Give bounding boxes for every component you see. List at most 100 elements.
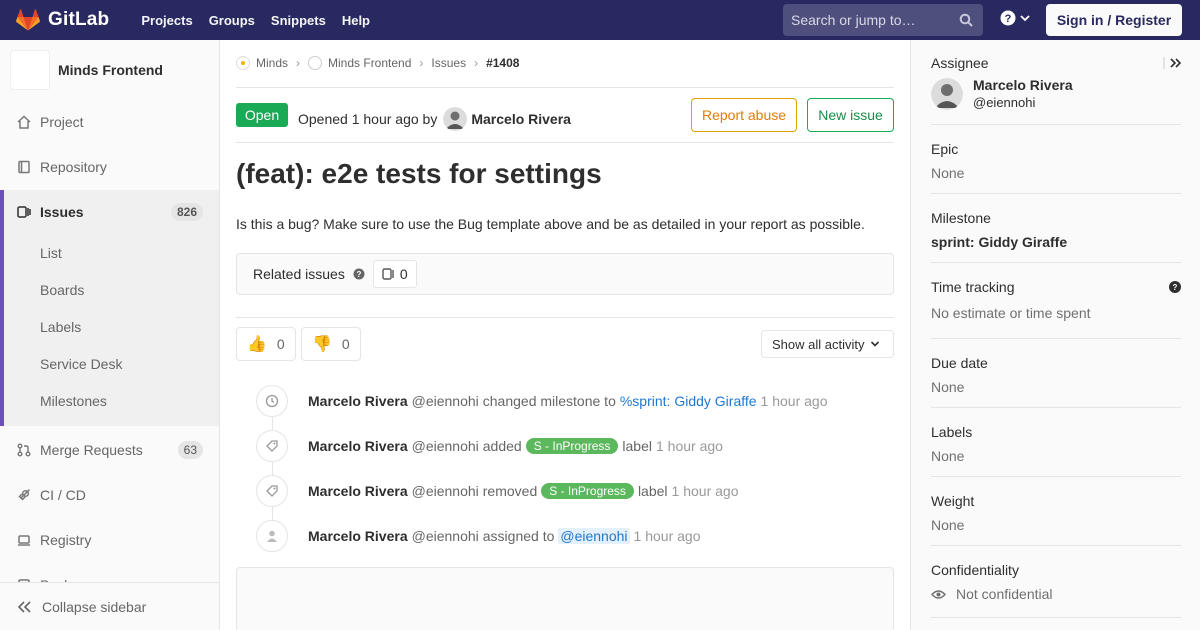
divider [236, 87, 894, 88]
left-sidebar: Minds Frontend Project Repository Issues… [0, 40, 220, 630]
note-author[interactable]: Marcelo Rivera [308, 483, 408, 499]
breadcrumb-issues[interactable]: Issues [431, 56, 466, 70]
due-date-value: None [931, 379, 965, 395]
nav-links: Projects Groups Snippets Help [133, 13, 378, 28]
expand-sidebar-icon[interactable] [1163, 56, 1183, 70]
collapse-sidebar-button[interactable]: Collapse sidebar [0, 582, 219, 630]
breadcrumb-label: Minds [256, 56, 289, 70]
sidebar-item-repository[interactable]: Repository [0, 145, 219, 189]
activity-filter-dropdown[interactable]: Show all activity [761, 330, 894, 358]
note-author[interactable]: Marcelo Rivera [308, 528, 408, 544]
divider [931, 262, 1181, 263]
tag-icon [256, 475, 288, 507]
sidebar-item-merge-requests[interactable]: Merge Requests 63 [0, 428, 219, 472]
related-issues-label: Related issues [253, 266, 345, 282]
note-action: changed milestone to [482, 393, 616, 409]
labels-value: None [931, 448, 965, 464]
note-author[interactable]: Marcelo Rivera [308, 393, 408, 409]
assignee-avatar [931, 77, 963, 110]
sidebar-subitem-list[interactable]: List [40, 245, 62, 261]
nav-groups[interactable]: Groups [201, 13, 263, 28]
thumbs-down-icon: 👎 [312, 336, 332, 353]
thumbs-down-button[interactable]: 👎 0 [301, 327, 361, 361]
milestone-link[interactable]: %sprint: Giddy Giraffe [620, 393, 757, 409]
comment-area[interactable] [236, 567, 894, 630]
note-username[interactable]: @eiennohi [412, 528, 479, 544]
author-name[interactable]: Marcelo Rivera [471, 111, 571, 127]
divider [931, 617, 1181, 618]
project-header[interactable]: Minds Frontend [0, 40, 219, 100]
note-action: assigned to [482, 528, 555, 544]
note-username[interactable]: @eiennohi [412, 393, 479, 409]
epic-title: Epic [931, 141, 959, 157]
sidebar-item-label: Project [40, 114, 84, 130]
clock-icon [256, 385, 288, 417]
tag-icon [256, 430, 288, 462]
sidebar-item-issues[interactable]: Issues 826 [0, 190, 219, 234]
issue-meta: Opened 1 hour ago by Marcelo Rivera [298, 107, 571, 131]
merge-requests-count-badge: 63 [177, 441, 203, 459]
sidebar-item-project[interactable]: Project [0, 100, 219, 144]
search-input[interactable] [791, 12, 951, 28]
label-pill[interactable]: S - InProgress [525, 438, 619, 454]
timeline-note: Marcelo Rivera @eiennohi changed milesto… [256, 385, 828, 417]
milestone-value[interactable]: sprint: Giddy Giraffe [931, 234, 1181, 250]
labels-title: Labels [931, 424, 973, 440]
search-box[interactable] [783, 4, 983, 36]
new-issue-button[interactable]: New issue [807, 98, 894, 132]
sidebar-item-registry[interactable]: Registry [0, 518, 219, 562]
user-icon [256, 520, 288, 552]
author-avatar[interactable] [443, 107, 468, 131]
milestone-title: Milestone [931, 210, 991, 226]
gitlab-logo[interactable]: GitLab [16, 9, 109, 31]
divider [931, 545, 1181, 546]
related-issues-count: 0 [372, 260, 417, 288]
confidentiality-value: Not confidential [956, 586, 1053, 602]
sidebar-subitem-service-desk[interactable]: Service Desk [40, 356, 122, 372]
report-abuse-button[interactable]: Report abuse [691, 98, 797, 132]
note-username[interactable]: @eiennohi [412, 438, 479, 454]
time-tracking-block: Time tracking No estimate or time spent [931, 279, 1181, 321]
sidebar-subitem-milestones[interactable]: Milestones [40, 393, 107, 409]
thumbs-up-button[interactable]: 👍 0 [236, 327, 296, 361]
home-icon [16, 114, 32, 130]
opened-text: Opened 1 hour ago by [298, 111, 438, 127]
confidentiality-title: Confidentiality [931, 562, 1019, 578]
assignee-title: Assignee [931, 55, 989, 71]
breadcrumb-label: Minds Frontend [328, 56, 412, 70]
time-tracking-value: No estimate or time spent [931, 305, 1091, 321]
assignee[interactable]: Marcelo Rivera @eiennohi [931, 77, 1181, 110]
note-action: removed [482, 483, 538, 499]
breadcrumb-minds-frontend[interactable]: Minds Frontend [308, 56, 411, 70]
sidebar-item-label: CI / CD [40, 487, 86, 503]
note-suffix: label [622, 438, 652, 454]
thumbs-down-count: 0 [341, 336, 350, 352]
issues-count-badge: 826 [170, 203, 203, 221]
sidebar-subitem-boards[interactable]: Boards [40, 282, 84, 298]
time-tracking-title: Time tracking [931, 279, 1015, 295]
nav-help[interactable]: Help [334, 13, 378, 28]
sidebar-subitem-labels[interactable]: Labels [40, 319, 81, 335]
breadcrumb-issue-number[interactable]: #1408 [486, 56, 519, 70]
svg-text:?: ? [1005, 13, 1012, 25]
assignee-username: @eiennohi [973, 95, 1036, 110]
sign-in-button[interactable]: Sign in / Register [1046, 4, 1182, 36]
svg-text:?: ? [356, 270, 361, 279]
label-pill[interactable]: S - InProgress [541, 483, 634, 499]
note-username[interactable]: @eiennohi [412, 483, 479, 499]
help-dropdown[interactable]: ? [1000, 10, 1030, 26]
question-icon[interactable]: ? [353, 268, 365, 280]
nav-projects[interactable]: Projects [133, 13, 200, 28]
project-avatar [10, 50, 50, 90]
note-time: 1 hour ago [760, 393, 828, 409]
note-author[interactable]: Marcelo Rivera [308, 438, 408, 454]
user-mention[interactable]: @eiennohi [558, 528, 630, 544]
sidebar-item-ci-cd[interactable]: CI / CD [0, 473, 219, 517]
project-avatar-icon [308, 56, 323, 70]
question-icon[interactable]: ? [1169, 281, 1181, 293]
breadcrumb-separator-icon: › [419, 56, 424, 70]
related-issues-block: Related issues ? 0 [236, 253, 894, 295]
nav-snippets[interactable]: Snippets [263, 13, 334, 28]
breadcrumb-minds[interactable]: Minds [236, 56, 288, 70]
issues-icon [382, 268, 394, 280]
